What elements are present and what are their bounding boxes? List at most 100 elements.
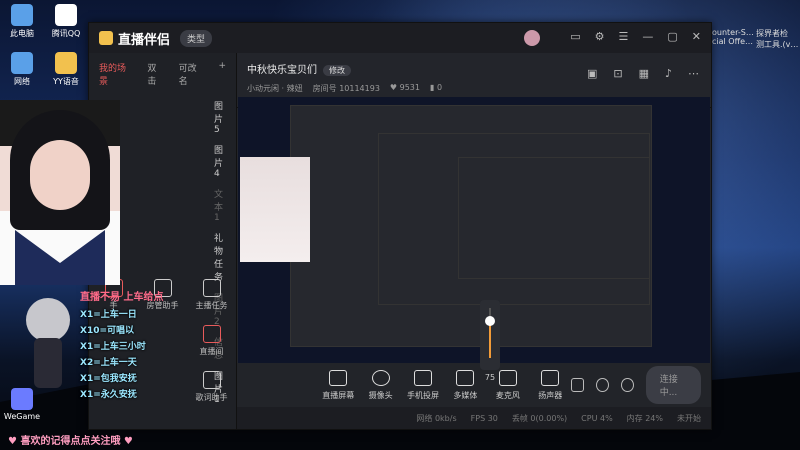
scene-tabs: 我的场景 双击 可改名 + [89, 53, 236, 95]
desktop-icon-label: 网络 [14, 77, 30, 86]
desktop-icon-label[interactable]: 探界者检 测工具.(v… [756, 28, 798, 50]
gift-icon[interactable]: ▣ [587, 67, 597, 80]
likes-count: ♥ 9531 [389, 83, 420, 92]
qq-icon [55, 4, 77, 26]
gift-menu-overlay: 直播不易 上车给点 X1=上车一日 X10=可唱以 X1=上车三小时 X2=上车… [80, 288, 200, 403]
mic-volume-slider[interactable]: 75 [480, 300, 500, 382]
menu-icon[interactable]: ☰ [619, 30, 629, 46]
camera-button[interactable]: 摄像头 [359, 369, 401, 401]
settings-icon[interactable] [620, 378, 634, 392]
share-icon[interactable]: ▦ [639, 67, 649, 80]
gift-menu-line: X2=上车一天 [80, 358, 137, 368]
computer-icon [11, 4, 33, 26]
settings-icon[interactable]: ⚙ [595, 30, 605, 46]
chibi-avatar [18, 288, 78, 403]
eye-icon[interactable] [596, 378, 609, 392]
stream-preview[interactable] [238, 97, 710, 392]
desktop-icon-label: YY语音 [53, 77, 79, 86]
record-icon[interactable] [571, 378, 585, 392]
gift-menu-line: X1=上车三小时 [80, 342, 146, 352]
desktop-icon-yy[interactable]: YY语音 [44, 52, 88, 87]
bell-icon[interactable]: ♪ [665, 67, 672, 80]
lock-icon[interactable]: ⊡ [613, 67, 622, 80]
status-live: 未开始 [677, 413, 701, 423]
tab-my-scene[interactable]: 我的场景 [99, 61, 133, 87]
gift-count: ▮ 0 [429, 83, 443, 92]
phone-cast-button[interactable]: 手机投屏 [402, 369, 444, 401]
source-label: 图片 5 [214, 102, 224, 135]
bottom-label: 麦克风 [495, 390, 520, 400]
bottom-label: 扬声器 [538, 390, 563, 400]
webcam-collar [15, 230, 105, 285]
mic-icon [498, 369, 517, 386]
likes-value: 9531 [399, 83, 420, 92]
tool-label: 歌词助手 [195, 393, 228, 402]
status-memory: 内存 24% [626, 413, 663, 423]
camera-icon [371, 369, 390, 386]
edit-title-button[interactable]: 修改 [323, 65, 351, 76]
room-category[interactable]: 小动元闲 · 辣妞 [247, 83, 303, 94]
type-button[interactable]: 类型 [180, 29, 213, 47]
webcam-overlay [0, 100, 120, 285]
maximize-icon[interactable]: ▢ [667, 30, 677, 46]
bottom-label: 手机投屏 [407, 390, 440, 400]
go-live-button[interactable]: 连接中... [645, 366, 702, 404]
yy-icon [55, 52, 77, 74]
desktop-icon-qq[interactable]: 腾讯QQ [44, 4, 88, 39]
status-dropped: 丢帧 0(0.00%) [511, 413, 568, 423]
nested-preview-3 [458, 157, 650, 279]
gift-menu-line: X1=包我安抚 [80, 374, 137, 384]
tool-label: 主播任务 [195, 301, 228, 310]
title-icons: ▭ ⚙ ☰ — ▢ ✕ [524, 30, 701, 46]
ticker-text: 喜欢的记得点点关注哦 [20, 436, 121, 447]
media-icon [456, 369, 475, 386]
gift-menu-line: X1=永久安抚 [80, 390, 137, 400]
desktop-icon-label[interactable]: ounter-S… cial Offe… [712, 28, 754, 46]
speaker-button[interactable]: 扬声器 [529, 369, 571, 401]
title-bar: 直播伴侣 类型 ▭ ⚙ ☰ — ▢ ✕ [89, 23, 711, 53]
tab-scene-2[interactable]: 双击 [147, 61, 164, 87]
speaker-icon [541, 369, 560, 386]
more-icon[interactable]: ⋯ [688, 67, 699, 80]
minimize-icon[interactable]: — [642, 30, 653, 46]
main-area: 中秋快乐宝贝们 修改 小动元闲 · 辣妞 房间号 10114193 ♥ 9531 … [237, 53, 711, 429]
source-label: 文本 1 [214, 190, 224, 223]
avatar-icon[interactable] [524, 30, 541, 46]
webcam-face [30, 140, 90, 210]
tab-scene-3[interactable]: 可改名 [179, 61, 205, 87]
status-cpu: CPU 4% [581, 413, 613, 423]
gift-menu-line: X1=上车一日 [80, 310, 137, 320]
message-icon[interactable]: ▭ [570, 30, 580, 46]
gift-menu-title: 直播不易 上车给点 [80, 292, 164, 303]
tool-icon [202, 325, 221, 343]
logo-icon [99, 31, 113, 45]
slider-knob[interactable] [485, 315, 495, 326]
live-screen-button[interactable]: 直播屏幕 [317, 369, 359, 401]
desktop-icon-label: WeGame [3, 412, 41, 421]
chibi-body [34, 338, 62, 388]
bottom-toolbar: 直播屏幕 摄像头 手机投屏 多媒体 麦克风 扬声器 连接中... [237, 363, 711, 407]
desktop-icon-label: 腾讯QQ [51, 29, 81, 38]
add-scene-button[interactable]: + [218, 61, 226, 87]
desktop-icon-network[interactable]: 网络 [0, 52, 44, 87]
app-name: 直播伴侣 [118, 32, 171, 48]
follow-ticker: ♥ 喜欢的记得点点关注哦 ♥ [8, 436, 133, 447]
tool-icon [202, 279, 221, 297]
tool-icon [202, 371, 221, 389]
room-id-label: 房间号 [312, 84, 337, 93]
status-fps: FPS 30 [470, 413, 498, 423]
room-id: 10114193 [339, 84, 380, 93]
desktop-icon-computer[interactable]: 此电脑 [0, 4, 44, 39]
phone-icon [414, 369, 433, 386]
chibi-head [26, 298, 70, 342]
tool-label: 直播间 [199, 347, 224, 356]
bottom-label: 直播屏幕 [322, 390, 355, 400]
close-icon[interactable]: ✕ [692, 30, 701, 46]
preview-camera [240, 157, 310, 262]
app-logo: 直播伴侣 [99, 29, 170, 48]
slider-fill [489, 320, 491, 358]
status-bar: 网络 0kb/s FPS 30 丢帧 0(0.00%) CPU 4% 内存 24… [237, 407, 711, 429]
screen-icon [329, 369, 348, 386]
room-icons: ▣ ⊡ ▦ ♪ ⋯ [587, 67, 699, 80]
gift-menu-line: X10=可唱以 [80, 326, 135, 336]
